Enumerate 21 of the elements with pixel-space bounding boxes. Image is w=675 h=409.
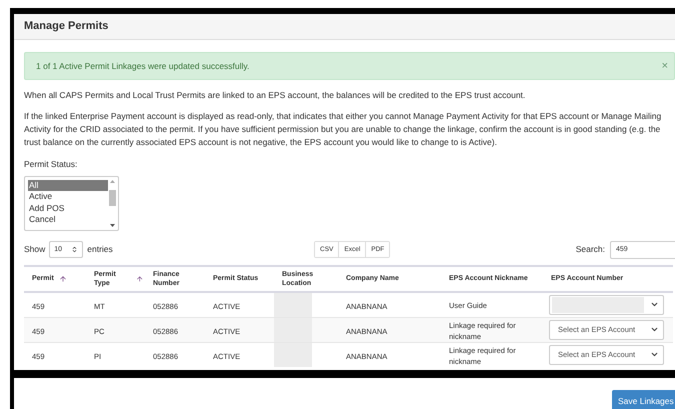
info-paragraph: When all CAPS Permits and Local Trust Permits are linked to an EPS account, the balances will be credited to the EPS trust account. [24,89,526,102]
show-label: Show [24,243,46,256]
panel-title: Manage Permits [24,19,108,34]
listbox-option[interactable]: Add POS [28,202,108,214]
scroll-down-icon[interactable] [110,224,115,227]
sort-arrow-icon [58,274,67,283]
info-paragraph: If the linked Enterprise Payment account is displayed as read-only, that indicates that either you cannot Manage Payment Activity for that EPS account or Manage Mailing Activity for the CRID associated to the permit. If you have sufficient permission but you are unable to change the linkage, confirm the account is in good standing (e.g. the trust balance on the currently associated EPS account is not negative, the EPS account you would like to change to is Active). [24,110,662,149]
scrollbar[interactable] [108,180,117,227]
field-label: Permit Status: [24,158,78,171]
updown-icon [71,246,78,254]
listbox-option[interactable]: Active [28,191,108,203]
entries-label: entries [87,243,113,256]
permit-status-listbox[interactable]: All Active Add POS Cancel [24,176,119,231]
sort-arrow-icon [136,274,143,283]
search-label: Search: [576,243,605,256]
listbox-option[interactable]: All [28,180,108,192]
account-select[interactable] [549,294,664,315]
alert-message: 1 of 1 Active Permit Linkages were updated successfully. [36,60,250,72]
scroll-up-icon[interactable] [110,180,115,183]
listbox-option[interactable]: Cancel [28,214,108,226]
save-button[interactable]: Save Linkages [612,390,675,409]
